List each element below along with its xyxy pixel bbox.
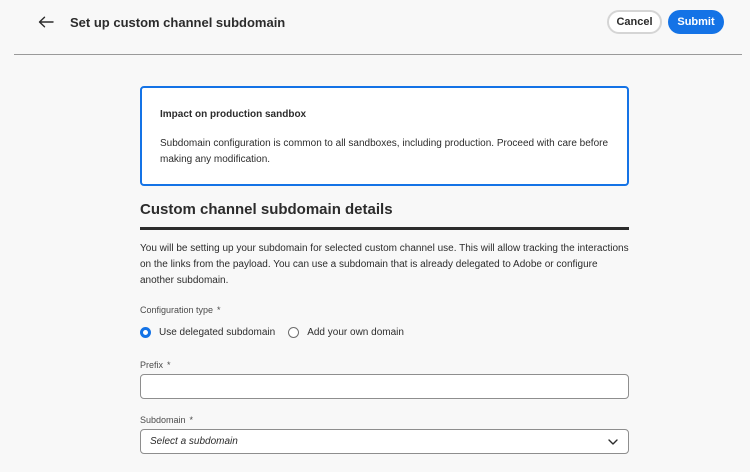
configuration-type-label-text: Configuration type bbox=[140, 305, 214, 315]
page-header: Set up custom channel subdomain Cancel S… bbox=[0, 0, 750, 55]
back-button[interactable] bbox=[34, 11, 58, 33]
radio-button-unselected[interactable] bbox=[288, 326, 300, 338]
section-description: You will be setting up your subdomain fo… bbox=[140, 243, 629, 286]
required-marker: * bbox=[217, 305, 221, 315]
radio-add-your-own-domain[interactable]: Add your own domain bbox=[288, 326, 404, 338]
subdomain-select-placeholder: Select a subdomain bbox=[150, 436, 238, 447]
configuration-type-radio-group: Use delegated subdomain Add your own dom… bbox=[140, 324, 417, 340]
arrow-left-icon bbox=[38, 16, 54, 28]
submit-button[interactable]: Submit bbox=[668, 10, 724, 34]
subdomain-label: Subdomain * bbox=[140, 415, 193, 425]
cancel-button[interactable]: Cancel bbox=[607, 10, 662, 34]
subdomain-select[interactable]: Select a subdomain bbox=[140, 429, 629, 454]
info-notice: Impact on production sandbox Subdomain c… bbox=[140, 86, 629, 186]
notice-title: Impact on production sandbox bbox=[160, 109, 307, 120]
configuration-type-label: Configuration type * bbox=[140, 305, 221, 315]
prefix-label: Prefix * bbox=[140, 360, 171, 370]
radio-label: Add your own domain bbox=[307, 326, 404, 338]
required-marker: * bbox=[167, 360, 171, 370]
required-marker: * bbox=[189, 415, 194, 425]
radio-use-delegated-subdomain[interactable]: Use delegated subdomain bbox=[140, 326, 276, 338]
section-heading: Custom channel subdomain details bbox=[140, 201, 393, 218]
page: Set up custom channel subdomain Cancel S… bbox=[0, 0, 750, 472]
section-divider bbox=[140, 227, 629, 230]
prefix-input[interactable] bbox=[140, 374, 629, 399]
radio-button-selected[interactable] bbox=[140, 326, 151, 338]
header-divider bbox=[14, 54, 742, 55]
notice-body: Subdomain configuration is common to all… bbox=[160, 138, 609, 165]
radio-label: Use delegated subdomain bbox=[159, 326, 276, 338]
chevron-down-icon bbox=[607, 436, 619, 448]
prefix-label-text: Prefix bbox=[140, 360, 164, 370]
page-title: Set up custom channel subdomain bbox=[70, 15, 286, 30]
subdomain-label-text: Subdomain bbox=[140, 415, 186, 425]
